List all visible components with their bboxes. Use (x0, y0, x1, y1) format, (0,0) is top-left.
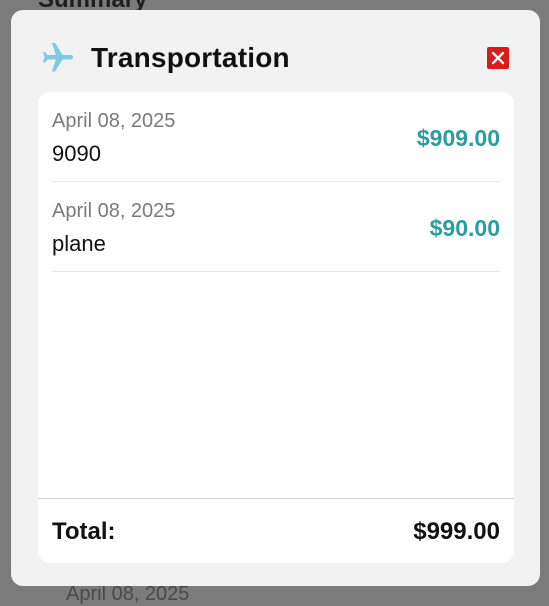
entry-description: 9090 (52, 141, 101, 166)
entry-list: April 08, 2025 9090 $909.00 April 08, 20… (38, 92, 514, 272)
category-modal: Transportation April 08, 2025 9090 $909.… (11, 10, 540, 586)
list-item[interactable]: April 08, 2025 9090 $909.00 (52, 92, 500, 182)
entry-description: plane (52, 231, 106, 256)
entry-date: April 08, 2025 (52, 110, 176, 132)
total-label: Total: (52, 518, 116, 545)
close-icon (491, 51, 505, 65)
entries-card: April 08, 2025 9090 $909.00 April 08, 20… (38, 92, 514, 563)
total-row: Total: $999.00 (38, 498, 514, 563)
airplane-icon (38, 40, 78, 76)
total-value: $999.00 (413, 518, 500, 545)
entry-amount: $909.00 (416, 125, 500, 151)
entry-amount: $90.00 (429, 215, 500, 241)
modal-title: Transportation (91, 42, 290, 73)
list-item[interactable]: April 08, 2025 plane $90.00 (52, 182, 500, 272)
entry-date: April 08, 2025 (52, 200, 176, 222)
modal-header: Transportation (11, 10, 540, 92)
close-button[interactable] (487, 47, 509, 69)
background-date: April 08, 2025 (66, 583, 190, 605)
